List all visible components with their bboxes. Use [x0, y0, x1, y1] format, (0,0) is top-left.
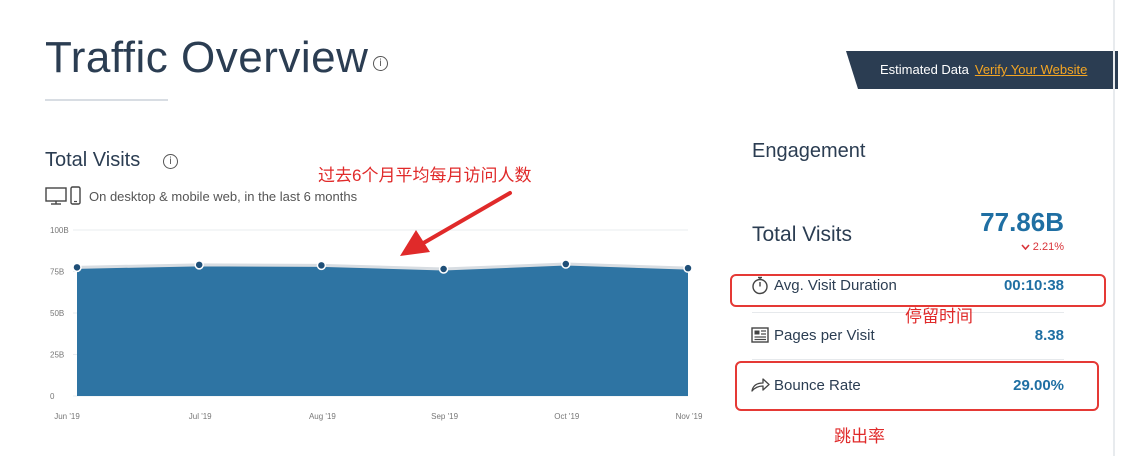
y-tick-label: 0	[50, 392, 55, 401]
data-point	[561, 259, 571, 269]
data-point	[72, 262, 82, 273]
x-tick-label: Sep '19	[431, 412, 458, 421]
x-tick-label: Nov '19	[676, 412, 703, 421]
verify-website-link[interactable]: Verify Your Website	[975, 62, 1088, 77]
x-tick-label: Jul '19	[189, 412, 212, 421]
desktop-icon	[45, 187, 67, 205]
row-divider	[752, 359, 1064, 360]
right-edge-divider	[1113, 0, 1115, 456]
total-visits-subtitle: On desktop & mobile web, in the last 6 m…	[89, 189, 358, 204]
data-point	[683, 263, 693, 273]
chevron-down-icon	[1021, 244, 1030, 251]
x-tick-label: Oct '19	[554, 412, 580, 421]
estimated-data-banner: Estimated Data Verify Your Website	[846, 51, 1118, 89]
y-tick-label: 100B	[50, 226, 69, 235]
metric-label: Pages per Visit	[774, 327, 875, 344]
y-tick-label: 50B	[50, 309, 64, 318]
mobile-icon	[70, 186, 81, 205]
data-point	[316, 260, 327, 271]
chart-annotation: 过去6个月平均每月访问人数	[318, 166, 532, 185]
device-icons	[45, 186, 81, 205]
estimated-data-label: Estimated Data	[880, 62, 969, 77]
data-point	[194, 260, 204, 270]
annotation-arrow	[400, 191, 512, 256]
pages-icon	[751, 327, 769, 343]
change-value: 2.21%	[1032, 241, 1064, 253]
x-tick-label: Jun '19	[54, 412, 80, 421]
total-visits-change: 2.21%	[980, 241, 1064, 253]
page-title: Traffic Overview	[45, 33, 369, 82]
engagement-total-visits-label: Total Visits	[752, 223, 852, 246]
bounce-annotation: 跳出率	[834, 427, 885, 446]
engagement-total-visits-value: 77.86B	[980, 207, 1064, 237]
area-fill	[77, 264, 688, 396]
data-point	[438, 264, 449, 274]
title-underline	[45, 99, 168, 101]
y-tick-label: 75B	[50, 268, 64, 277]
duration-annotation: 停留时间	[905, 307, 973, 326]
y-tick-label: 25B	[50, 351, 64, 360]
total-visits-title: Total Visits	[45, 149, 141, 171]
total-visits-chart: 0 25B 50B 75B 100B Jun '19 Jul '19 Aug '19 Sep '…	[50, 226, 703, 421]
x-tick-label: Aug '19	[309, 412, 336, 421]
bounce-highlight-box	[735, 361, 1099, 411]
engagement-title: Engagement	[752, 140, 866, 162]
metric-pages-per-visit: Pages per Visit 8.38	[750, 323, 1064, 351]
info-icon[interactable]: i	[373, 56, 388, 71]
info-icon[interactable]: i	[163, 154, 178, 169]
metric-value: 8.38	[1034, 327, 1064, 344]
